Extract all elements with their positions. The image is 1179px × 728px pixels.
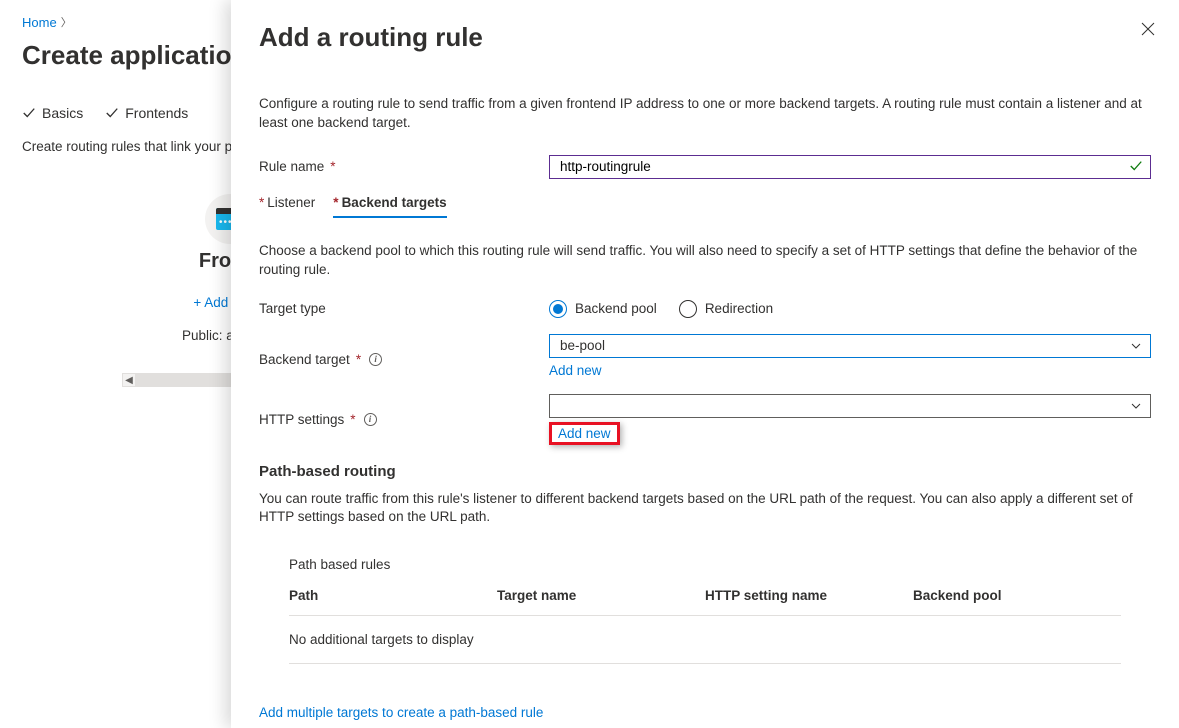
backend-targets-description: Choose a backend pool to which this rout… — [259, 242, 1151, 280]
scroll-track[interactable] — [135, 373, 231, 387]
check-icon — [22, 106, 36, 120]
table-header-row: Path Target name HTTP setting name Backe… — [289, 588, 1121, 616]
http-settings-label: HTTP settings* i — [259, 394, 549, 427]
table-empty-row: No additional targets to display — [289, 616, 1121, 664]
path-based-routing-description: You can route traffic from this rule's l… — [259, 490, 1151, 528]
col-path: Path — [289, 588, 497, 603]
chevron-down-icon — [1130, 340, 1142, 352]
backend-target-value: be-pool — [560, 338, 605, 353]
panel-title: Add a routing rule — [259, 22, 1151, 53]
tab-backend-targets[interactable]: *Backend targets — [333, 195, 446, 218]
target-type-radiogroup: Backend pool Redirection — [549, 300, 1151, 318]
rule-name-label: Rule name* — [259, 159, 549, 174]
radio-selected-icon — [549, 300, 567, 318]
col-http-setting: HTTP setting name — [705, 588, 913, 603]
rule-name-input[interactable] — [549, 155, 1151, 179]
step-frontends-label: Frontends — [125, 105, 188, 121]
target-type-label: Target type — [259, 301, 549, 316]
radio-redirection[interactable]: Redirection — [679, 300, 773, 318]
info-icon[interactable]: i — [364, 413, 377, 426]
scroll-left-icon[interactable]: ◀ — [122, 373, 136, 387]
step-basics[interactable]: Basics — [22, 105, 83, 121]
chevron-right-icon: 〉 — [61, 14, 72, 30]
panel-tabs: *Listener *Backend targets — [259, 195, 1151, 218]
path-rules-table: Path based rules Path Target name HTTP s… — [259, 557, 1151, 664]
check-icon — [105, 106, 119, 120]
chevron-down-icon — [1130, 400, 1142, 412]
valid-check-icon — [1129, 159, 1143, 173]
step-basics-label: Basics — [42, 105, 83, 121]
path-based-routing-heading: Path-based routing — [259, 463, 1151, 480]
col-backend-pool: Backend pool — [913, 588, 1121, 603]
close-icon — [1141, 22, 1155, 36]
http-settings-add-new-link[interactable]: Add new — [549, 422, 620, 445]
step-frontends[interactable]: Frontends — [105, 105, 188, 121]
routing-rule-panel: Add a routing rule Configure a routing r… — [231, 0, 1179, 728]
close-button[interactable] — [1141, 22, 1155, 36]
info-icon[interactable]: i — [369, 353, 382, 366]
radio-backend-pool-label: Backend pool — [575, 301, 657, 316]
backend-target-label: Backend target* i — [259, 334, 549, 367]
tab-listener[interactable]: *Listener — [259, 195, 315, 218]
radio-redirection-label: Redirection — [705, 301, 773, 316]
path-rules-table-title: Path based rules — [289, 557, 1121, 572]
radio-backend-pool[interactable]: Backend pool — [549, 300, 657, 318]
backend-target-select[interactable]: be-pool — [549, 334, 1151, 358]
col-target-name: Target name — [497, 588, 705, 603]
breadcrumb-home[interactable]: Home — [22, 15, 57, 30]
add-multiple-targets-link[interactable]: Add multiple targets to create a path-ba… — [259, 705, 543, 720]
radio-unselected-icon — [679, 300, 697, 318]
panel-description: Configure a routing rule to send traffic… — [259, 95, 1151, 133]
http-settings-select[interactable] — [549, 394, 1151, 418]
backend-target-add-new-link[interactable]: Add new — [549, 363, 602, 378]
